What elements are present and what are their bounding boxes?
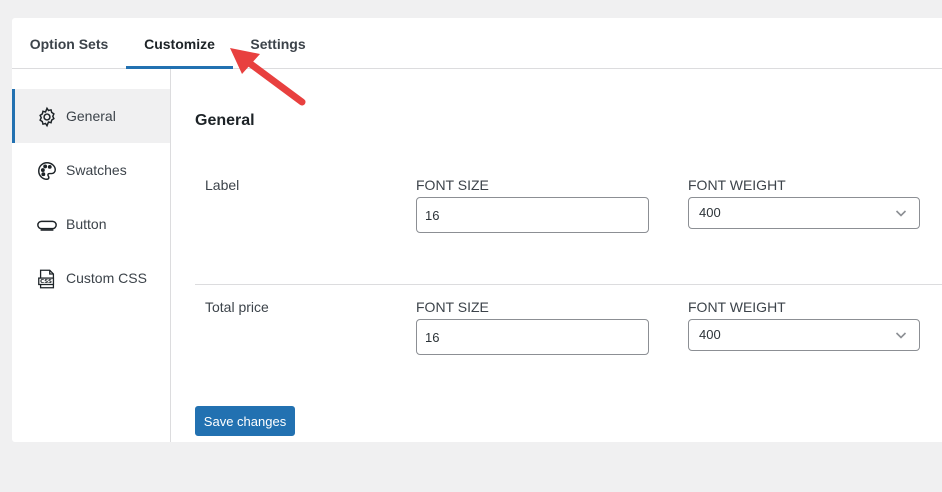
font-weight-label: FONT WEIGHT [688, 177, 786, 193]
chevron-down-icon [895, 332, 907, 339]
font-size-label: FONT SIZE [416, 177, 489, 193]
tab-bar: Option Sets Customize Settings [12, 18, 942, 69]
font-size-label: FONT SIZE [416, 299, 489, 315]
svg-text:CSS: CSS [40, 279, 52, 285]
select-value: 400 [699, 205, 721, 220]
main-content: General Label FONT SIZE FONT WEIGHT 400 … [171, 69, 942, 442]
sidebar-item-label: Custom CSS [66, 270, 147, 286]
gear-icon [36, 106, 58, 128]
save-changes-button[interactable]: Save changes [195, 406, 295, 436]
button-icon [36, 214, 58, 236]
row-label-label: Label [205, 177, 240, 193]
settings-panel: Option Sets Customize Settings General S… [12, 18, 942, 442]
sidebar: General Swatches Button CSS Custom CSS [12, 69, 171, 442]
tab-option-sets[interactable]: Option Sets [12, 18, 126, 69]
total-price-font-size-input[interactable] [416, 319, 649, 355]
select-value: 400 [699, 327, 721, 342]
font-weight-label: FONT WEIGHT [688, 299, 786, 315]
palette-icon [36, 160, 58, 182]
sidebar-item-label: General [66, 108, 116, 124]
tab-settings[interactable]: Settings [233, 18, 323, 69]
sidebar-item-label: Swatches [66, 162, 127, 178]
sidebar-item-custom-css[interactable]: CSS Custom CSS [12, 251, 170, 305]
label-font-weight-select[interactable]: 400 [688, 197, 920, 229]
row-divider [195, 284, 942, 285]
sidebar-item-button[interactable]: Button [12, 197, 170, 251]
label-font-size-input[interactable] [416, 197, 649, 233]
total-price-font-weight-select[interactable]: 400 [688, 319, 920, 351]
row-label-total-price: Total price [205, 299, 269, 315]
sidebar-item-label: Button [66, 216, 107, 232]
chevron-down-icon [895, 210, 907, 217]
css-file-icon: CSS [36, 268, 58, 290]
section-title: General [195, 112, 255, 129]
tab-customize[interactable]: Customize [126, 18, 233, 69]
sidebar-item-general[interactable]: General [12, 89, 170, 143]
sidebar-item-swatches[interactable]: Swatches [12, 143, 170, 197]
